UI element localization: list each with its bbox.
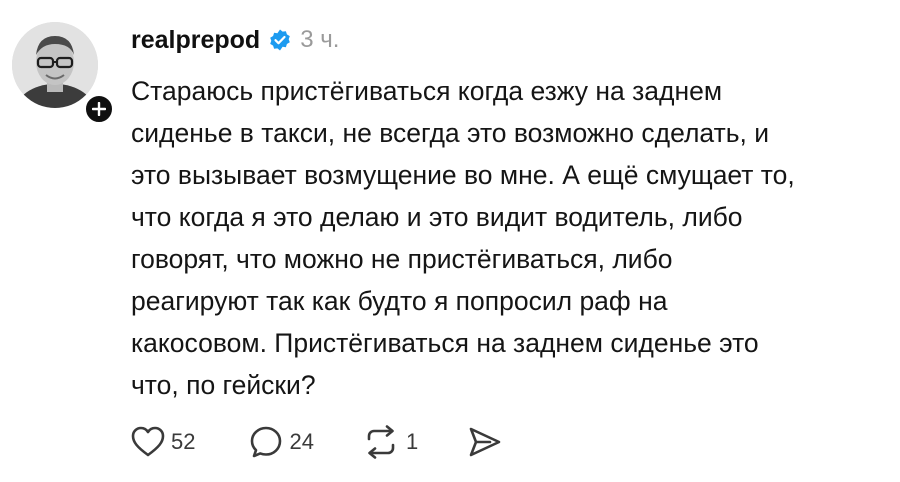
post-text-line: что когда я это делаю и это видит водите… (131, 202, 743, 232)
post-timestamp: 3 ч. (300, 26, 340, 53)
heart-icon (131, 426, 165, 457)
post-text-line: говорят, что можно не пристёгиваться, ли… (131, 244, 673, 274)
reply-button[interactable]: 24 (249, 425, 314, 459)
post-text-line: это вызывает возмущение во мне. А ещё см… (131, 160, 795, 190)
plus-icon (92, 102, 106, 116)
repost-icon (367, 425, 395, 459)
verified-badge-icon (268, 28, 292, 52)
avatar[interactable] (12, 22, 98, 108)
follow-button[interactable] (82, 92, 116, 126)
comment-icon (251, 426, 282, 458)
post-text-line: что, по гейски? (131, 370, 316, 400)
like-count: 52 (171, 429, 196, 454)
share-button[interactable] (468, 426, 502, 458)
post-text-line: какосовом. Пристёгиваться на заднем сиде… (131, 328, 759, 358)
person-avatar-icon (12, 22, 98, 108)
post-body: Стараюсь пристёгиваться когда езжу на за… (131, 70, 891, 406)
avatar-container (12, 22, 116, 126)
repost-button[interactable]: 1 (362, 425, 418, 459)
post-header: realprepod 3 ч. (131, 22, 339, 58)
thread-post: realprepod 3 ч. Стараюсь пристёгиваться … (0, 0, 900, 482)
reply-count: 24 (289, 429, 314, 454)
share-icon (469, 427, 501, 457)
username[interactable]: realprepod (131, 26, 260, 55)
post-text-line: Стараюсь пристёгиваться когда езжу на за… (131, 76, 723, 106)
post-text-line: сиденье в такси, не всегда это возможно … (131, 118, 770, 148)
post-text-line: реагируют так как будто я попросил раф н… (131, 286, 668, 316)
repost-count: 1 (405, 429, 419, 454)
post-actions: 52 24 1 (131, 420, 502, 464)
like-button[interactable]: 52 (131, 426, 195, 458)
